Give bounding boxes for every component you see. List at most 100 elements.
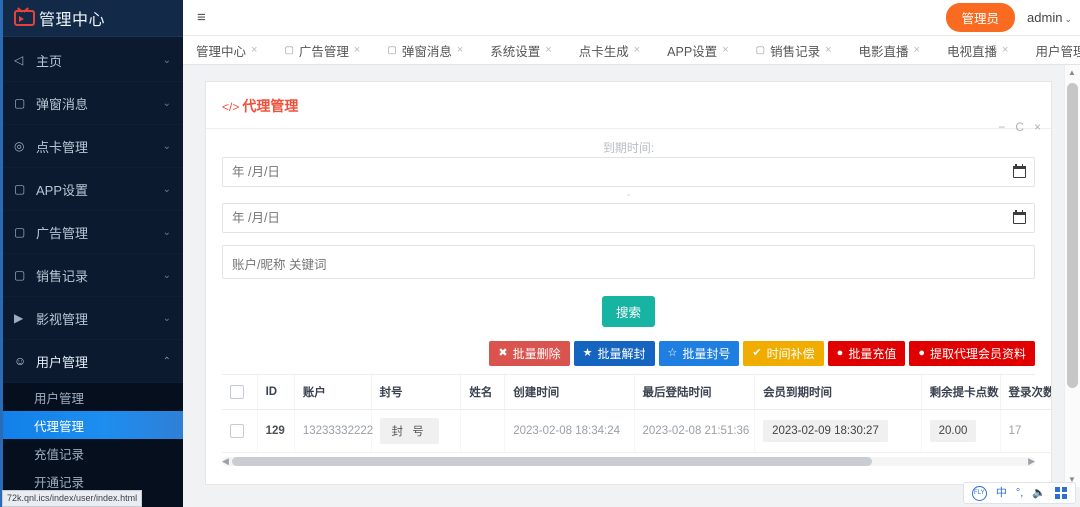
- page-title: </> 代理管理: [222, 96, 298, 116]
- batch-ban-button[interactable]: ☆ 批量封号: [658, 341, 740, 366]
- tab-app-settings[interactable]: APP设置 ×: [654, 36, 742, 64]
- sidebar-subitem-recharge-log[interactable]: 充值记录: [0, 439, 183, 467]
- close-icon[interactable]: ×: [545, 44, 551, 56]
- col-id[interactable]: ID: [257, 375, 295, 410]
- close-icon[interactable]: ×: [1002, 44, 1008, 56]
- agent-table: ID 账户 封号 姓名 创建时间 最后登陆时间 会员到期时间 剩余提卡点数 登录…: [222, 375, 1051, 453]
- ime-grid-icon[interactable]: [1055, 487, 1067, 499]
- cell-logins: 17: [1000, 409, 1051, 453]
- sidebar-submenu: 用户管理 代理管理 充值记录 开通记录 代理记录 即将到期: [0, 383, 183, 507]
- panel-header: </> 代理管理: [206, 82, 1051, 129]
- tab-system-settings[interactable]: 系统设置 ×: [477, 36, 565, 64]
- table-row: 129 13233332222 封 号 2023-02-08 18:34:24 …: [222, 409, 1051, 453]
- points-value[interactable]: 20.00: [929, 420, 977, 442]
- tab-ad-manage[interactable]: ▢ 广告管理 ×: [271, 36, 374, 64]
- user-name-label: admin: [1027, 10, 1063, 25]
- tab-user-manage[interactable]: 用户管理 ×: [1022, 36, 1080, 64]
- role-badge[interactable]: 管理员: [945, 3, 1016, 32]
- col-account[interactable]: 账户: [294, 375, 372, 410]
- compass-icon: ◎: [14, 139, 25, 153]
- ime-toolbar: FLY 中 °, 🔈: [962, 482, 1076, 504]
- square-icon: ▢: [387, 44, 397, 56]
- collapse-sidebar-icon[interactable]: ≡: [197, 10, 206, 25]
- sidebar-item-users[interactable]: ☺ 用户管理 ⌃: [0, 340, 183, 383]
- table-horizontal-scrollbar[interactable]: ◀ ▶: [222, 456, 1035, 467]
- button-label: 提取代理会员资料: [929, 347, 1026, 361]
- col-logins[interactable]: 登录次数: [1000, 375, 1051, 410]
- batch-unban-button[interactable]: ★ 批量解封: [573, 341, 655, 366]
- page-scrollbar-thumb[interactable]: [1067, 83, 1078, 388]
- cell-account: 13233332222: [294, 409, 373, 453]
- chevron-down-icon: ⌄: [162, 312, 171, 324]
- sidebar-subitem-user-manage[interactable]: 用户管理: [0, 383, 183, 411]
- sidebar-item-label: 销售记录: [36, 268, 89, 284]
- export-agent-members-button[interactable]: ● 提取代理会员资料: [909, 341, 1035, 366]
- sidebar-item-app[interactable]: ▢ APP设置 ⌄: [0, 168, 183, 211]
- select-all-checkbox[interactable]: [230, 385, 244, 399]
- scrollbar-thumb[interactable]: [232, 457, 872, 466]
- tab-label: 广告管理: [298, 44, 349, 59]
- col-last-login[interactable]: 最后登陆时间: [634, 375, 756, 410]
- cell-id: 129: [257, 409, 295, 453]
- user-menu[interactable]: admin ⌄: [1027, 10, 1072, 25]
- col-points[interactable]: 剩余提卡点数: [921, 375, 1001, 410]
- col-name[interactable]: 姓名: [460, 375, 506, 410]
- ime-punctuation-icon[interactable]: °,: [1016, 487, 1023, 499]
- page-scrollbar[interactable]: ▲ ▼: [1064, 65, 1080, 487]
- star-filled-icon: ★: [582, 347, 593, 359]
- browser-window: 管理中心 ◁ 主页 ⌄ ▢ 弹窗消息 ⌄ ◎ 点卡管理 ⌄ ▢ APP设置 ⌄: [0, 0, 1080, 507]
- batch-delete-button[interactable]: ✖ 批量删除: [489, 341, 570, 366]
- scroll-left-icon[interactable]: ◀: [222, 456, 229, 467]
- ime-microphone-icon[interactable]: 🔈: [1032, 487, 1046, 499]
- sidebar-item-home[interactable]: ◁ 主页 ⌄: [0, 39, 183, 82]
- search-button[interactable]: 搜索: [601, 296, 655, 327]
- expire-value[interactable]: 2023-02-09 18:30:27: [763, 420, 888, 442]
- col-created[interactable]: 创建时间: [504, 375, 635, 410]
- sidebar-item-label: 弹窗消息: [36, 96, 89, 112]
- tab-tv-live[interactable]: 电视直播 ×: [934, 36, 1022, 64]
- close-icon[interactable]: ×: [634, 44, 640, 56]
- row-checkbox[interactable]: [230, 424, 244, 438]
- chevron-down-icon: ⌄: [162, 226, 171, 238]
- close-icon[interactable]: ×: [914, 44, 920, 56]
- sidebar-item-media[interactable]: ▶ 影视管理 ⌄: [0, 297, 183, 340]
- col-expire[interactable]: 会员到期时间: [754, 375, 922, 410]
- tv-icon: [14, 7, 35, 26]
- date-from-input[interactable]: [222, 157, 1035, 187]
- minimize-icon[interactable]: −: [998, 120, 1005, 134]
- close-icon[interactable]: ×: [825, 44, 831, 56]
- close-icon[interactable]: ×: [354, 44, 360, 56]
- tab-card-generate[interactable]: 点卡生成 ×: [566, 36, 654, 64]
- sidebar-item-card[interactable]: ◎ 点卡管理 ⌄: [0, 125, 183, 168]
- tab-popup-message[interactable]: ▢ 弹窗消息 ×: [374, 36, 477, 64]
- ban-button[interactable]: 封 号: [379, 418, 439, 444]
- search-button-row: 搜索: [222, 284, 1035, 337]
- sidebar-item-sales[interactable]: ▢ 销售记录 ⌄: [0, 254, 183, 297]
- col-ban[interactable]: 封号: [371, 375, 462, 410]
- tab-sales-log[interactable]: ▢ 销售记录 ×: [743, 36, 846, 64]
- close-icon[interactable]: ×: [722, 44, 728, 56]
- keyword-input[interactable]: [222, 245, 1035, 279]
- close-icon[interactable]: ×: [457, 44, 463, 56]
- cell-last-login: 2023-02-08 21:51:36: [634, 409, 756, 453]
- check-circle-icon: ✔: [752, 347, 762, 359]
- sidebar-subitem-agent-manage[interactable]: 代理管理: [0, 411, 183, 439]
- date-to-input[interactable]: [222, 203, 1035, 233]
- cell-name: [460, 409, 506, 453]
- sidebar-item-ads[interactable]: ▢ 广告管理 ⌄: [0, 211, 183, 254]
- ime-language-icon[interactable]: 中: [996, 487, 1007, 499]
- tab-label: 用户管理: [1035, 44, 1080, 59]
- sidebar-item-popup[interactable]: ▢ 弹窗消息 ⌄: [0, 82, 183, 125]
- tab-movie-live[interactable]: 电影直播 ×: [846, 36, 934, 64]
- refresh-icon[interactable]: C: [1015, 120, 1024, 134]
- close-icon[interactable]: ×: [1034, 120, 1041, 134]
- sidebar-accent-bar: [0, 0, 3, 507]
- close-icon[interactable]: ×: [251, 44, 257, 56]
- scroll-right-icon[interactable]: ▶: [1028, 456, 1035, 467]
- time-compensation-button[interactable]: ✔ 时间补偿: [743, 341, 824, 366]
- scroll-up-icon[interactable]: ▲: [1068, 68, 1076, 77]
- batch-recharge-button[interactable]: ● 批量充值: [827, 341, 906, 366]
- ime-logo-icon[interactable]: FLY: [971, 485, 987, 501]
- mobile-icon: ▢: [14, 182, 26, 196]
- tab-admin-center[interactable]: 管理中心 ×: [183, 36, 271, 64]
